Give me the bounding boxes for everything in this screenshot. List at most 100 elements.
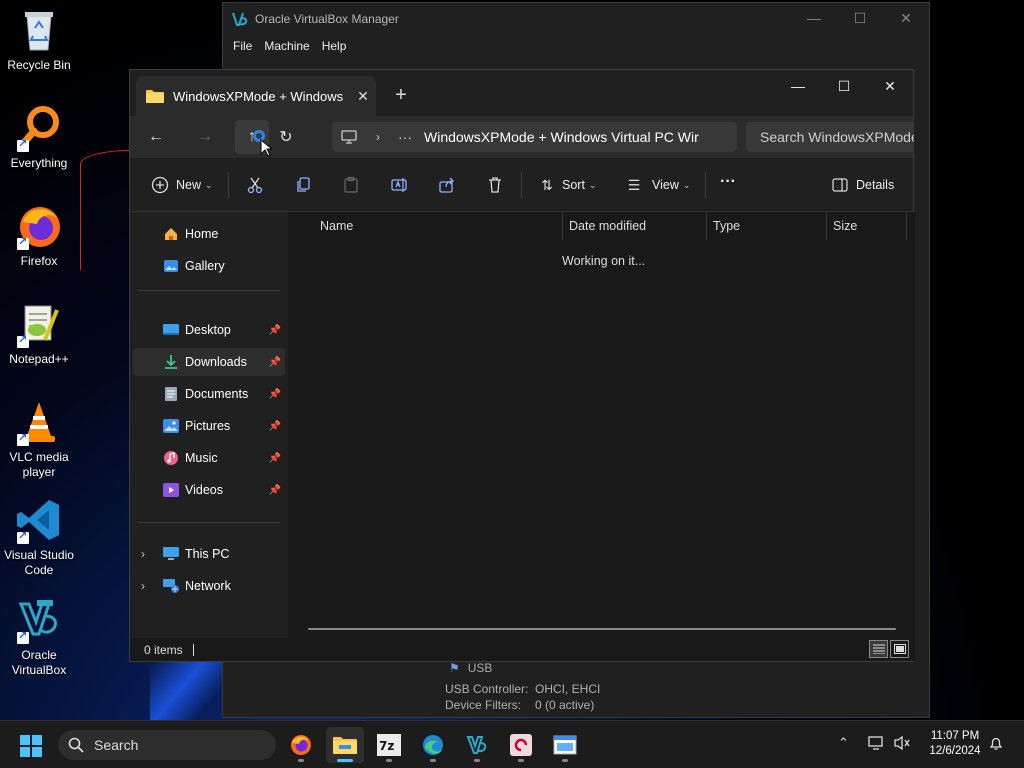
column-header-size[interactable]: Size	[827, 212, 907, 240]
vbox-title-text: Oracle VirtualBox Manager	[255, 12, 399, 26]
horizontal-scrollbar[interactable]	[308, 628, 896, 630]
file-explorer-window[interactable]: WindowsXPMode + Windows ✕ + — ☐ ✕ ← → ↑ …	[129, 69, 915, 662]
column-header-date-modified[interactable]: Date modified	[563, 212, 707, 240]
sidebar-item-music[interactable]: Music 📌	[133, 444, 285, 472]
address-bar-row: ← → ↑ ↻ › ··· WindowsXPMode + Windows Vi…	[130, 116, 914, 158]
taskbar-app-debian[interactable]	[502, 727, 540, 763]
more-options-button[interactable]: ···	[720, 173, 736, 191]
pin-icon[interactable]: 📌	[269, 389, 281, 400]
close-icon[interactable]: ✕	[867, 70, 913, 102]
sidebar-item-label: Pictures	[185, 419, 231, 433]
pin-icon[interactable]: 📌	[269, 421, 281, 432]
chevron-down-icon: ⌄	[205, 179, 213, 190]
chevron-up-icon[interactable]: ⌃	[838, 735, 849, 751]
usb-section-title: USB	[467, 661, 493, 675]
menu-machine[interactable]: Machine	[264, 39, 309, 53]
notification-bell-icon[interactable]	[988, 735, 1004, 754]
sidebar-item-videos[interactable]: Videos 📌	[133, 476, 285, 504]
back-arrow-icon[interactable]: ←	[139, 120, 173, 154]
usb-icon: ⚑	[449, 661, 460, 675]
desktop-icon-vscode[interactable]: Visual Studio Code	[2, 496, 76, 578]
folder-icon	[146, 90, 164, 103]
chevron-right-icon[interactable]: ›	[366, 130, 390, 144]
sidebar-item-gallery[interactable]: Gallery	[133, 252, 285, 280]
refresh-icon[interactable]: ↻	[253, 120, 303, 154]
toolbar-divider	[228, 172, 229, 198]
taskbar-app-edge[interactable]	[414, 727, 452, 763]
details-view-icon[interactable]	[869, 640, 888, 658]
pin-icon[interactable]: 📌	[269, 357, 281, 368]
menu-file[interactable]: File	[233, 39, 252, 53]
explorer-tab[interactable]: WindowsXPMode + Windows ✕	[136, 76, 376, 116]
copy-icon[interactable]	[293, 175, 313, 195]
taskbar-search-box[interactable]: Search	[58, 730, 276, 760]
cut-icon[interactable]	[245, 175, 265, 195]
sidebar-item-this-pc[interactable]: › This PC	[133, 540, 285, 568]
desktop-icon-notepad-plus-plus[interactable]: Notepad++	[2, 300, 76, 367]
rename-icon[interactable]	[389, 175, 409, 195]
taskbar-app-virtualbox[interactable]	[458, 727, 496, 763]
close-icon[interactable]: ✕	[883, 3, 929, 33]
sidebar-item-home[interactable]: Home	[133, 220, 285, 248]
delete-icon[interactable]	[485, 175, 505, 195]
forward-arrow-icon[interactable]: →	[188, 120, 222, 154]
new-button[interactable]: New ⌄	[150, 175, 213, 195]
sidebar-item-documents[interactable]: Documents 📌	[133, 380, 285, 408]
desktop-icon-virtualbox[interactable]: Oracle VirtualBox	[2, 596, 76, 678]
home-icon	[163, 226, 179, 242]
paste-icon[interactable]	[341, 175, 361, 195]
more-path-icon[interactable]: ···	[390, 129, 420, 145]
file-list-pane[interactable]: Name Date modified Type Size Working on …	[290, 212, 915, 640]
firefox-icon	[15, 202, 63, 250]
maximize-icon[interactable]: ☐	[821, 70, 867, 102]
sidebar-item-desktop[interactable]: Desktop 📌	[133, 316, 285, 344]
desktop-icon-everything[interactable]: Everything	[2, 104, 76, 171]
sidebar-item-downloads[interactable]: Downloads 📌	[133, 348, 285, 376]
taskbar-app-remote-window[interactable]	[546, 727, 584, 763]
virtualbox-icon	[15, 596, 63, 644]
search-input[interactable]: Search WindowsXPMode	[746, 122, 914, 152]
details-button[interactable]: Details	[830, 175, 894, 195]
desktop-icon-firefox[interactable]: Firefox	[2, 202, 76, 269]
desktop-icon-recycle-bin[interactable]: Recycle Bin	[2, 6, 76, 73]
column-header-name[interactable]: Name	[314, 212, 563, 240]
view-button[interactable]: ☰ View ⌄	[624, 175, 691, 195]
taskbar-app-7zip[interactable]: 7z	[370, 727, 408, 763]
address-box[interactable]: › ··· WindowsXPMode + Windows Virtual PC…	[332, 122, 737, 152]
address-path[interactable]: WindowsXPMode + Windows Virtual PC Wir	[420, 129, 710, 145]
desktop-icon-vlc[interactable]: VLC media player	[2, 398, 76, 480]
chevron-right-icon[interactable]: ›	[141, 547, 145, 561]
gallery-icon	[163, 258, 179, 274]
tab-close-icon[interactable]: ✕	[350, 88, 376, 105]
new-label: New	[176, 178, 202, 192]
maximize-icon[interactable]: ☐	[837, 3, 883, 33]
sidebar-item-network[interactable]: › Network	[133, 572, 285, 600]
desktop-icon-label: Notepad++	[9, 352, 69, 366]
pin-icon[interactable]: 📌	[269, 453, 281, 464]
pin-icon[interactable]: 📌	[269, 485, 281, 496]
chevron-right-icon[interactable]: ›	[141, 579, 145, 593]
speaker-muted-icon[interactable]	[893, 735, 911, 754]
large-icons-view-icon[interactable]	[890, 640, 909, 658]
network-display-icon[interactable]	[868, 735, 886, 754]
share-icon[interactable]	[437, 175, 457, 195]
system-clock[interactable]: 11:07 PM 12/6/2024	[920, 729, 990, 759]
start-button-windows-icon[interactable]	[20, 735, 42, 757]
remote-window-icon	[553, 735, 577, 755]
sidebar-item-label: Home	[185, 227, 219, 241]
minimize-icon[interactable]: —	[791, 3, 837, 33]
taskbar-app-file-explorer[interactable]	[326, 727, 364, 763]
edge-icon	[423, 735, 443, 755]
menu-help[interactable]: Help	[322, 39, 347, 53]
taskbar-app-firefox[interactable]	[282, 727, 320, 763]
sort-button[interactable]: ⇅ Sort ⌄	[537, 175, 596, 195]
sidebar-item-pictures[interactable]: Pictures 📌	[133, 412, 285, 440]
explorer-titlebar[interactable]: WindowsXPMode + Windows ✕ + — ☐ ✕	[130, 70, 913, 116]
new-tab-icon[interactable]: +	[390, 84, 412, 106]
sidebar-item-label: Videos	[185, 483, 223, 497]
column-header-type[interactable]: Type	[707, 212, 827, 240]
minimize-icon[interactable]: —	[775, 70, 821, 102]
taskbar: Search 7z ⌃ 11:07 PM 12/6/2024	[0, 720, 1024, 768]
pin-icon[interactable]: 📌	[269, 325, 281, 336]
sidebar-item-label: Downloads	[185, 355, 247, 369]
